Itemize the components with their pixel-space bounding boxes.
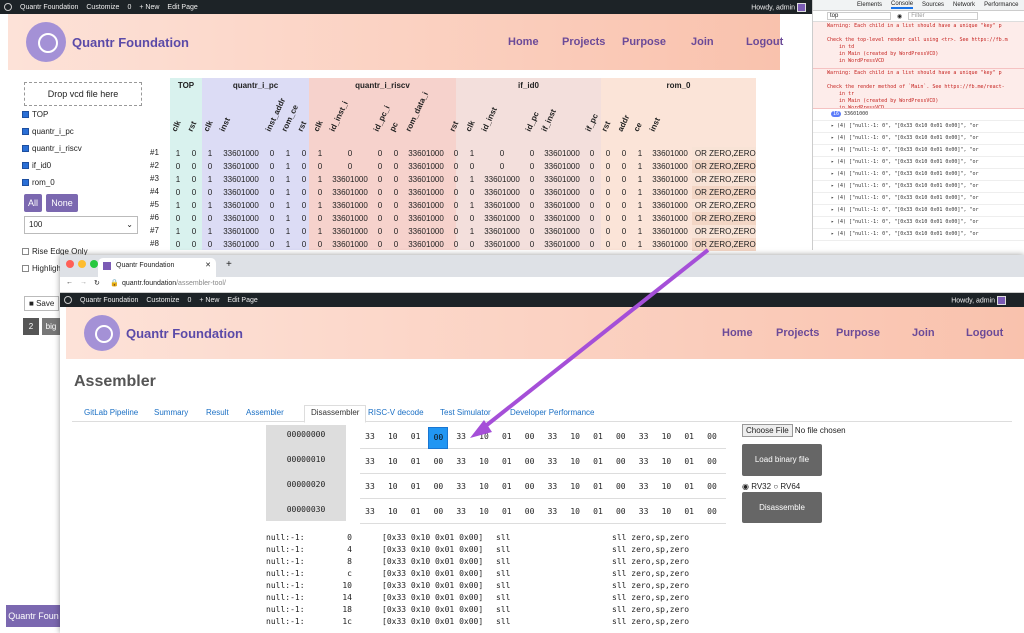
annotation-arrow (470, 248, 710, 438)
arrow-line (476, 248, 710, 434)
